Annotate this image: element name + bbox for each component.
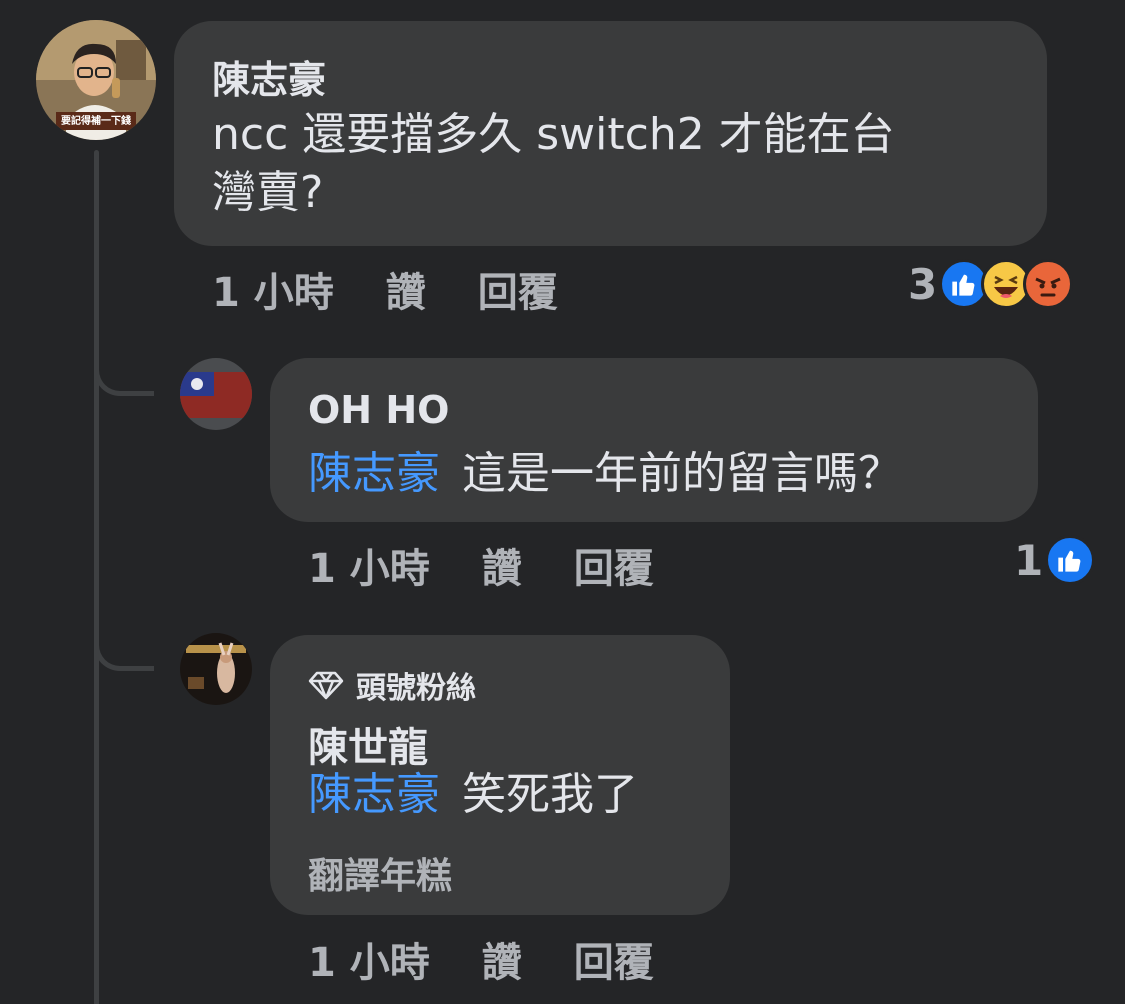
comment-author[interactable]: 陳志豪: [212, 49, 326, 104]
comment-time[interactable]: 1 小時: [308, 930, 430, 988]
thread-line: [94, 150, 99, 1004]
like-icon: [1045, 535, 1096, 585]
like-button[interactable]: 讚: [482, 930, 522, 988]
thread-branch: [94, 350, 154, 396]
like-button[interactable]: 讚: [482, 536, 522, 594]
comment-text-body: 這是一年前的留言嗎？: [462, 448, 902, 499]
reaction-count: 1: [1014, 535, 1044, 585]
comment-actions: 1 小時 讚 回覆: [212, 262, 610, 316]
reaction-count: 3: [908, 259, 938, 309]
flag-avatar: [180, 358, 252, 430]
reaction-summary[interactable]: 1: [1014, 535, 1096, 585]
comment-text-line: ncc 還要擋多久 switch2 才能在台: [212, 109, 895, 160]
avatar[interactable]: 要記得補一下錢: [36, 20, 156, 140]
concert-avatar: [180, 633, 252, 705]
avatar[interactable]: [180, 358, 252, 430]
reply-bubble[interactable]: OH HO 陳志豪 這是一年前的留言嗎？: [270, 358, 1038, 522]
avatar-caption: 要記得補一下錢: [61, 116, 131, 127]
see-translation-link[interactable]: 翻譯年糕: [308, 847, 452, 899]
top-fan-badge: 頭號粉絲: [308, 663, 476, 707]
thread-branch: [94, 625, 154, 671]
comment-actions: 1 小時 讚 回覆: [308, 932, 706, 986]
badge-label: 頭號粉絲: [356, 671, 476, 706]
comment-author[interactable]: OH HO: [308, 388, 449, 432]
like-button[interactable]: 讚: [386, 260, 426, 318]
comment-time[interactable]: 1 小時: [308, 536, 430, 594]
mention-link[interactable]: 陳志豪: [308, 769, 440, 820]
reply-button[interactable]: 回覆: [478, 260, 558, 318]
diamond-icon: [308, 671, 344, 700]
avatar[interactable]: [180, 633, 252, 705]
comment-text-line: 灣賣?: [212, 167, 324, 218]
comment-text: 陳志豪 這是一年前的留言嗎？: [308, 446, 902, 502]
reply-button[interactable]: 回覆: [574, 930, 654, 988]
comment-time[interactable]: 1 小時: [212, 260, 334, 318]
comment-text-body: 笑死我了: [462, 769, 638, 820]
reply-bubble[interactable]: 頭號粉絲 陳世龍 陳志豪 笑死我了 翻譯年糕: [270, 635, 730, 915]
comment-bubble[interactable]: 陳志豪 ncc 還要擋多久 switch2 才能在台 灣賣?: [174, 21, 1047, 246]
reply-button[interactable]: 回覆: [574, 536, 654, 594]
comment-text: 陳志豪 笑死我了: [308, 767, 638, 823]
comment-author[interactable]: 陳世龍: [308, 715, 428, 773]
comment-actions: 1 小時 讚 回覆: [308, 538, 706, 592]
reaction-summary[interactable]: 3: [908, 259, 1074, 309]
mention-link[interactable]: 陳志豪: [308, 448, 440, 499]
angry-icon: [1023, 259, 1074, 309]
comment-thread: 要記得補一下錢 陳志豪 ncc 還要擋多久 switch2 才能在台 灣賣? 1…: [0, 0, 1125, 1004]
